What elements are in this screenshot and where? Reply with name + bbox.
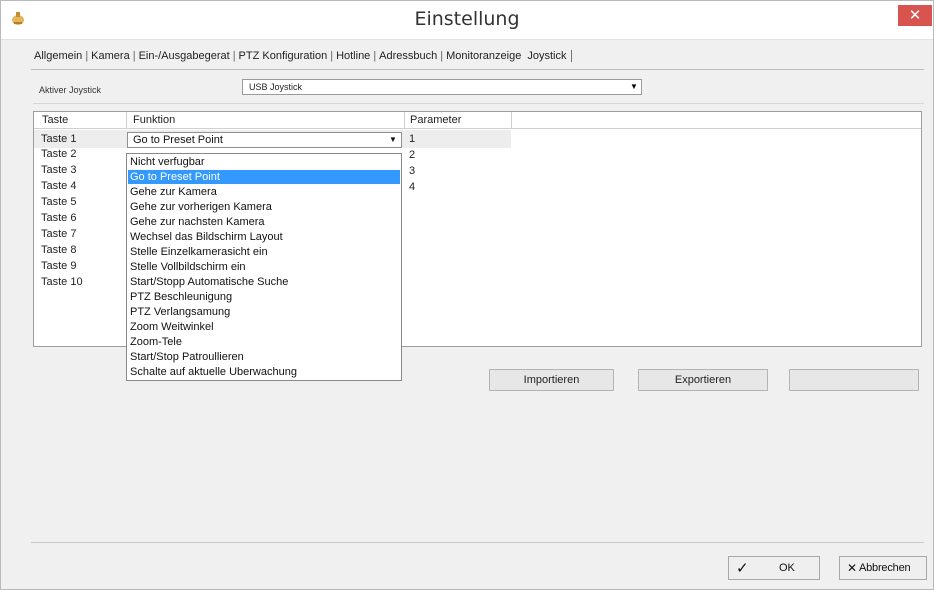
cancel-label: Abbrechen [859,562,911,574]
chevron-down-icon[interactable]: ▼ [388,135,398,145]
title-bar: Einstellung ✕ [1,1,933,40]
dropdown-option-go-to-preset-point[interactable]: Go to Preset Point [128,170,400,184]
tab-divider [31,69,924,70]
close-icon: ✕ [847,561,858,575]
tab-adressbuch[interactable]: Adressbuch [376,50,440,62]
tab-strip: Allgemein | Kamera | Ein-/Ausgabegerat | PTZ K… [31,50,573,70]
table-row-taste-6[interactable]: Taste 6 [41,212,76,224]
chevron-down-icon[interactable]: ▼ [629,82,639,92]
tab-ein-ausgabegerat[interactable]: Ein-/Ausgabegerat [136,50,233,62]
parameter-cell-1[interactable]: 1 [409,133,415,145]
import-button[interactable]: Importieren [489,369,614,391]
table-row-taste-5[interactable]: Taste 5 [41,196,76,208]
table-row-taste-1[interactable]: Taste 1 [41,133,76,145]
tab-allgemein[interactable]: Allgemein [31,50,85,62]
ok-label: OK [779,562,795,574]
export-button[interactable]: Exportieren [638,369,768,391]
table-row-taste-3[interactable]: Taste 3 [41,164,76,176]
tab-joystick[interactable]: Joystick [524,50,573,62]
column-header-taste: Taste [42,114,69,126]
settings-window: Einstellung ✕ Allgemein | Kamera | Ein-/Ausg… [0,0,934,590]
cancel-button[interactable]: ✕ Abbrechen [839,556,927,580]
dropdown-option-vollbildschirm[interactable]: Stelle Vollbildschirm ein [130,260,398,274]
column-header-parameter: Parameter [410,114,462,126]
parameter-cell-4[interactable]: 4 [409,181,415,193]
dropdown-option-ptz-verlangsamung[interactable]: PTZ Verlangsamung [130,305,398,319]
section-divider [33,103,924,104]
dropdown-option-ptz-beschleunigung[interactable]: PTZ Beschleunigung [130,290,398,304]
close-button[interactable]: ✕ [898,5,932,26]
blank-button[interactable] [789,369,919,391]
table-row-taste-9[interactable]: Taste 9 [41,260,76,272]
table-row-taste-10[interactable]: Taste 10 [41,276,83,288]
dropdown-option-einzelkamerasicht[interactable]: Stelle Einzelkamerasicht ein [130,245,398,259]
footer-divider [31,542,924,543]
parameter-cell-2[interactable]: 2 [409,149,415,161]
joystick-select[interactable]: USB Joystick ▼ [242,79,642,95]
table-row-taste-7[interactable]: Taste 7 [41,228,76,240]
dropdown-option-gehe-zur-kamera[interactable]: Gehe zur Kamera [130,185,398,199]
funktion-dropdown-list: Nicht verfugbar Go to Preset Point Gehe … [126,153,402,381]
dropdown-option-nicht-verfugbar[interactable]: Nicht verfugbar [130,155,398,169]
table-row-taste-8[interactable]: Taste 8 [41,244,76,256]
dropdown-option-aktuelle-uberwachung[interactable]: Schalte auf aktuelle Uberwachung [130,365,398,379]
tab-monitoranzeige[interactable]: Monitoranzeige [443,50,524,62]
tab-kamera[interactable]: Kamera [88,50,133,62]
funktion-select[interactable]: Go to Preset Point ▼ [127,132,402,148]
dropdown-option-automatische-suche[interactable]: Start/Stopp Automatische Suche [130,275,398,289]
dropdown-option-zoom-weitwinkel[interactable]: Zoom Weitwinkel [130,320,398,334]
column-header-funktion: Funktion [133,114,176,126]
dropdown-option-patroullieren[interactable]: Start/Stop Patroullieren [130,350,398,364]
tab-hotline[interactable]: Hotline [333,50,373,62]
grid-header: Taste Funktion Parameter [34,112,921,129]
parameter-cell-3[interactable]: 3 [409,165,415,177]
dropdown-option-wechsel-layout[interactable]: Wechsel das Bildschirm Layout [130,230,398,244]
dropdown-option-gehe-zur-nachsten-kamera[interactable]: Gehe zur nachsten Kamera [130,215,398,229]
ok-button[interactable]: ✓ OK [728,556,820,580]
window-title: Einstellung [414,8,520,30]
funktion-select-value: Go to Preset Point [133,134,223,146]
tab-ptz-konfiguration[interactable]: PTZ Konfiguration [236,50,331,62]
table-row-taste-4[interactable]: Taste 4 [41,180,76,192]
dropdown-option-zoom-tele[interactable]: Zoom-Tele [130,335,398,349]
joystick-select-value: USB Joystick [249,82,303,92]
active-joystick-label: Aktiver Joystick [39,85,102,95]
table-row-taste-2[interactable]: Taste 2 [41,148,76,160]
dropdown-option-gehe-zur-vorherigen-kamera[interactable]: Gehe zur vorherigen Kamera [130,200,398,214]
checkmark-icon: ✓ [736,559,749,577]
